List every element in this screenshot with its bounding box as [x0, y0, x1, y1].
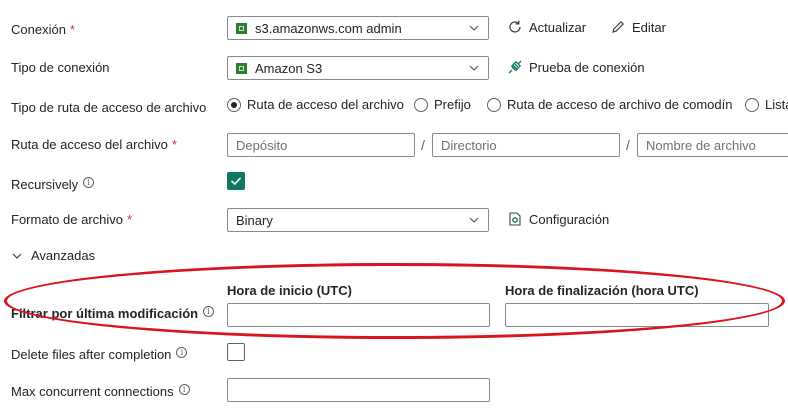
info-icon: i: [178, 384, 190, 395]
plug-icon: [508, 60, 522, 74]
settings-label: Configuración: [529, 211, 610, 227]
refresh-label: Actualizar: [529, 19, 587, 35]
test-connection-button[interactable]: Prueba de conexión: [507, 59, 645, 75]
radio-circle: [487, 97, 501, 112]
chevron-down-icon: [469, 25, 479, 31]
delete-files-label: Delete files after completion i: [11, 347, 188, 362]
end-time-input[interactable]: [505, 303, 769, 327]
info-icon: i: [176, 347, 188, 358]
recursively-checkbox[interactable]: [227, 172, 245, 190]
connection-label: Conexión *: [11, 22, 75, 37]
info-icon: i: [203, 306, 215, 317]
settings-button[interactable]: Configuración: [507, 211, 609, 227]
start-time-header: Hora de inicio (UTC): [227, 283, 352, 298]
required-mark: *: [127, 212, 133, 227]
connection-type-value: Amazon S3: [255, 60, 323, 76]
radio-file-path[interactable]: Ruta de acceso del archivo: [227, 97, 404, 112]
refresh-button[interactable]: Actualizar: [507, 19, 586, 35]
radio-circle: [414, 97, 428, 112]
checkmark-icon: [230, 177, 242, 186]
connection-icon: [236, 22, 247, 34]
start-time-input[interactable]: [227, 303, 490, 327]
radio-label: Ruta de acceso de archivo de comodín: [507, 97, 733, 112]
radio-circle: [745, 97, 759, 112]
radio-wildcard[interactable]: Ruta de acceso de archivo de comodín: [487, 97, 732, 112]
path-type-label: Tipo de ruta de acceso de archivo: [11, 100, 207, 115]
end-time-header: Hora de finalización (hora UTC): [505, 283, 699, 298]
refresh-icon: [509, 20, 521, 33]
required-mark: *: [69, 22, 75, 37]
last-modified-label: Filtrar por última modificación i: [11, 306, 215, 321]
directory-input[interactable]: Directorio: [432, 133, 620, 157]
max-connections-label: Max concurrent connections i: [11, 384, 190, 399]
recursively-label: Recursively i: [11, 177, 95, 192]
radio-prefix[interactable]: Prefijo: [414, 97, 471, 112]
connection-select-value: s3.amazonws.com admin: [255, 20, 402, 36]
connection-select[interactable]: s3.amazonws.com admin: [227, 16, 489, 40]
radio-list[interactable]: Lista: [745, 97, 788, 112]
highlight-annotation: [4, 263, 785, 339]
max-connections-input[interactable]: [227, 378, 490, 402]
chevron-down-icon: [12, 253, 22, 259]
edit-label: Editar: [632, 19, 666, 35]
bucket-input[interactable]: Depósito: [227, 133, 415, 157]
radio-circle: [227, 97, 241, 112]
settings-icon: [509, 212, 521, 226]
info-icon: i: [83, 177, 95, 188]
radio-label: Prefijo: [434, 97, 471, 112]
advanced-label: Avanzadas: [31, 248, 96, 263]
connection-type-select[interactable]: Amazon S3: [227, 56, 489, 80]
radio-label: Ruta de acceso del archivo: [247, 97, 404, 112]
file-path-label: Ruta de acceso del archivo *: [11, 137, 177, 152]
edit-button[interactable]: Editar: [610, 19, 666, 35]
advanced-toggle[interactable]: Avanzadas: [11, 248, 95, 263]
path-separator: /: [626, 137, 630, 153]
filename-input[interactable]: Nombre de archivo: [637, 133, 788, 157]
delete-files-checkbox[interactable]: [227, 343, 245, 361]
chevron-down-icon: [469, 65, 479, 71]
connection-type-label: Tipo de conexión: [11, 60, 110, 75]
amazon-s3-icon: [236, 62, 247, 74]
pencil-icon: [612, 20, 625, 33]
radio-label: Lista: [765, 97, 788, 112]
test-connection-label: Prueba de conexión: [529, 59, 645, 75]
file-format-value: Binary: [236, 212, 273, 228]
file-format-select[interactable]: Binary: [227, 208, 489, 232]
path-separator: /: [421, 137, 425, 153]
file-format-label: Formato de archivo *: [11, 212, 133, 227]
required-mark: *: [171, 137, 177, 152]
chevron-down-icon: [469, 217, 479, 223]
